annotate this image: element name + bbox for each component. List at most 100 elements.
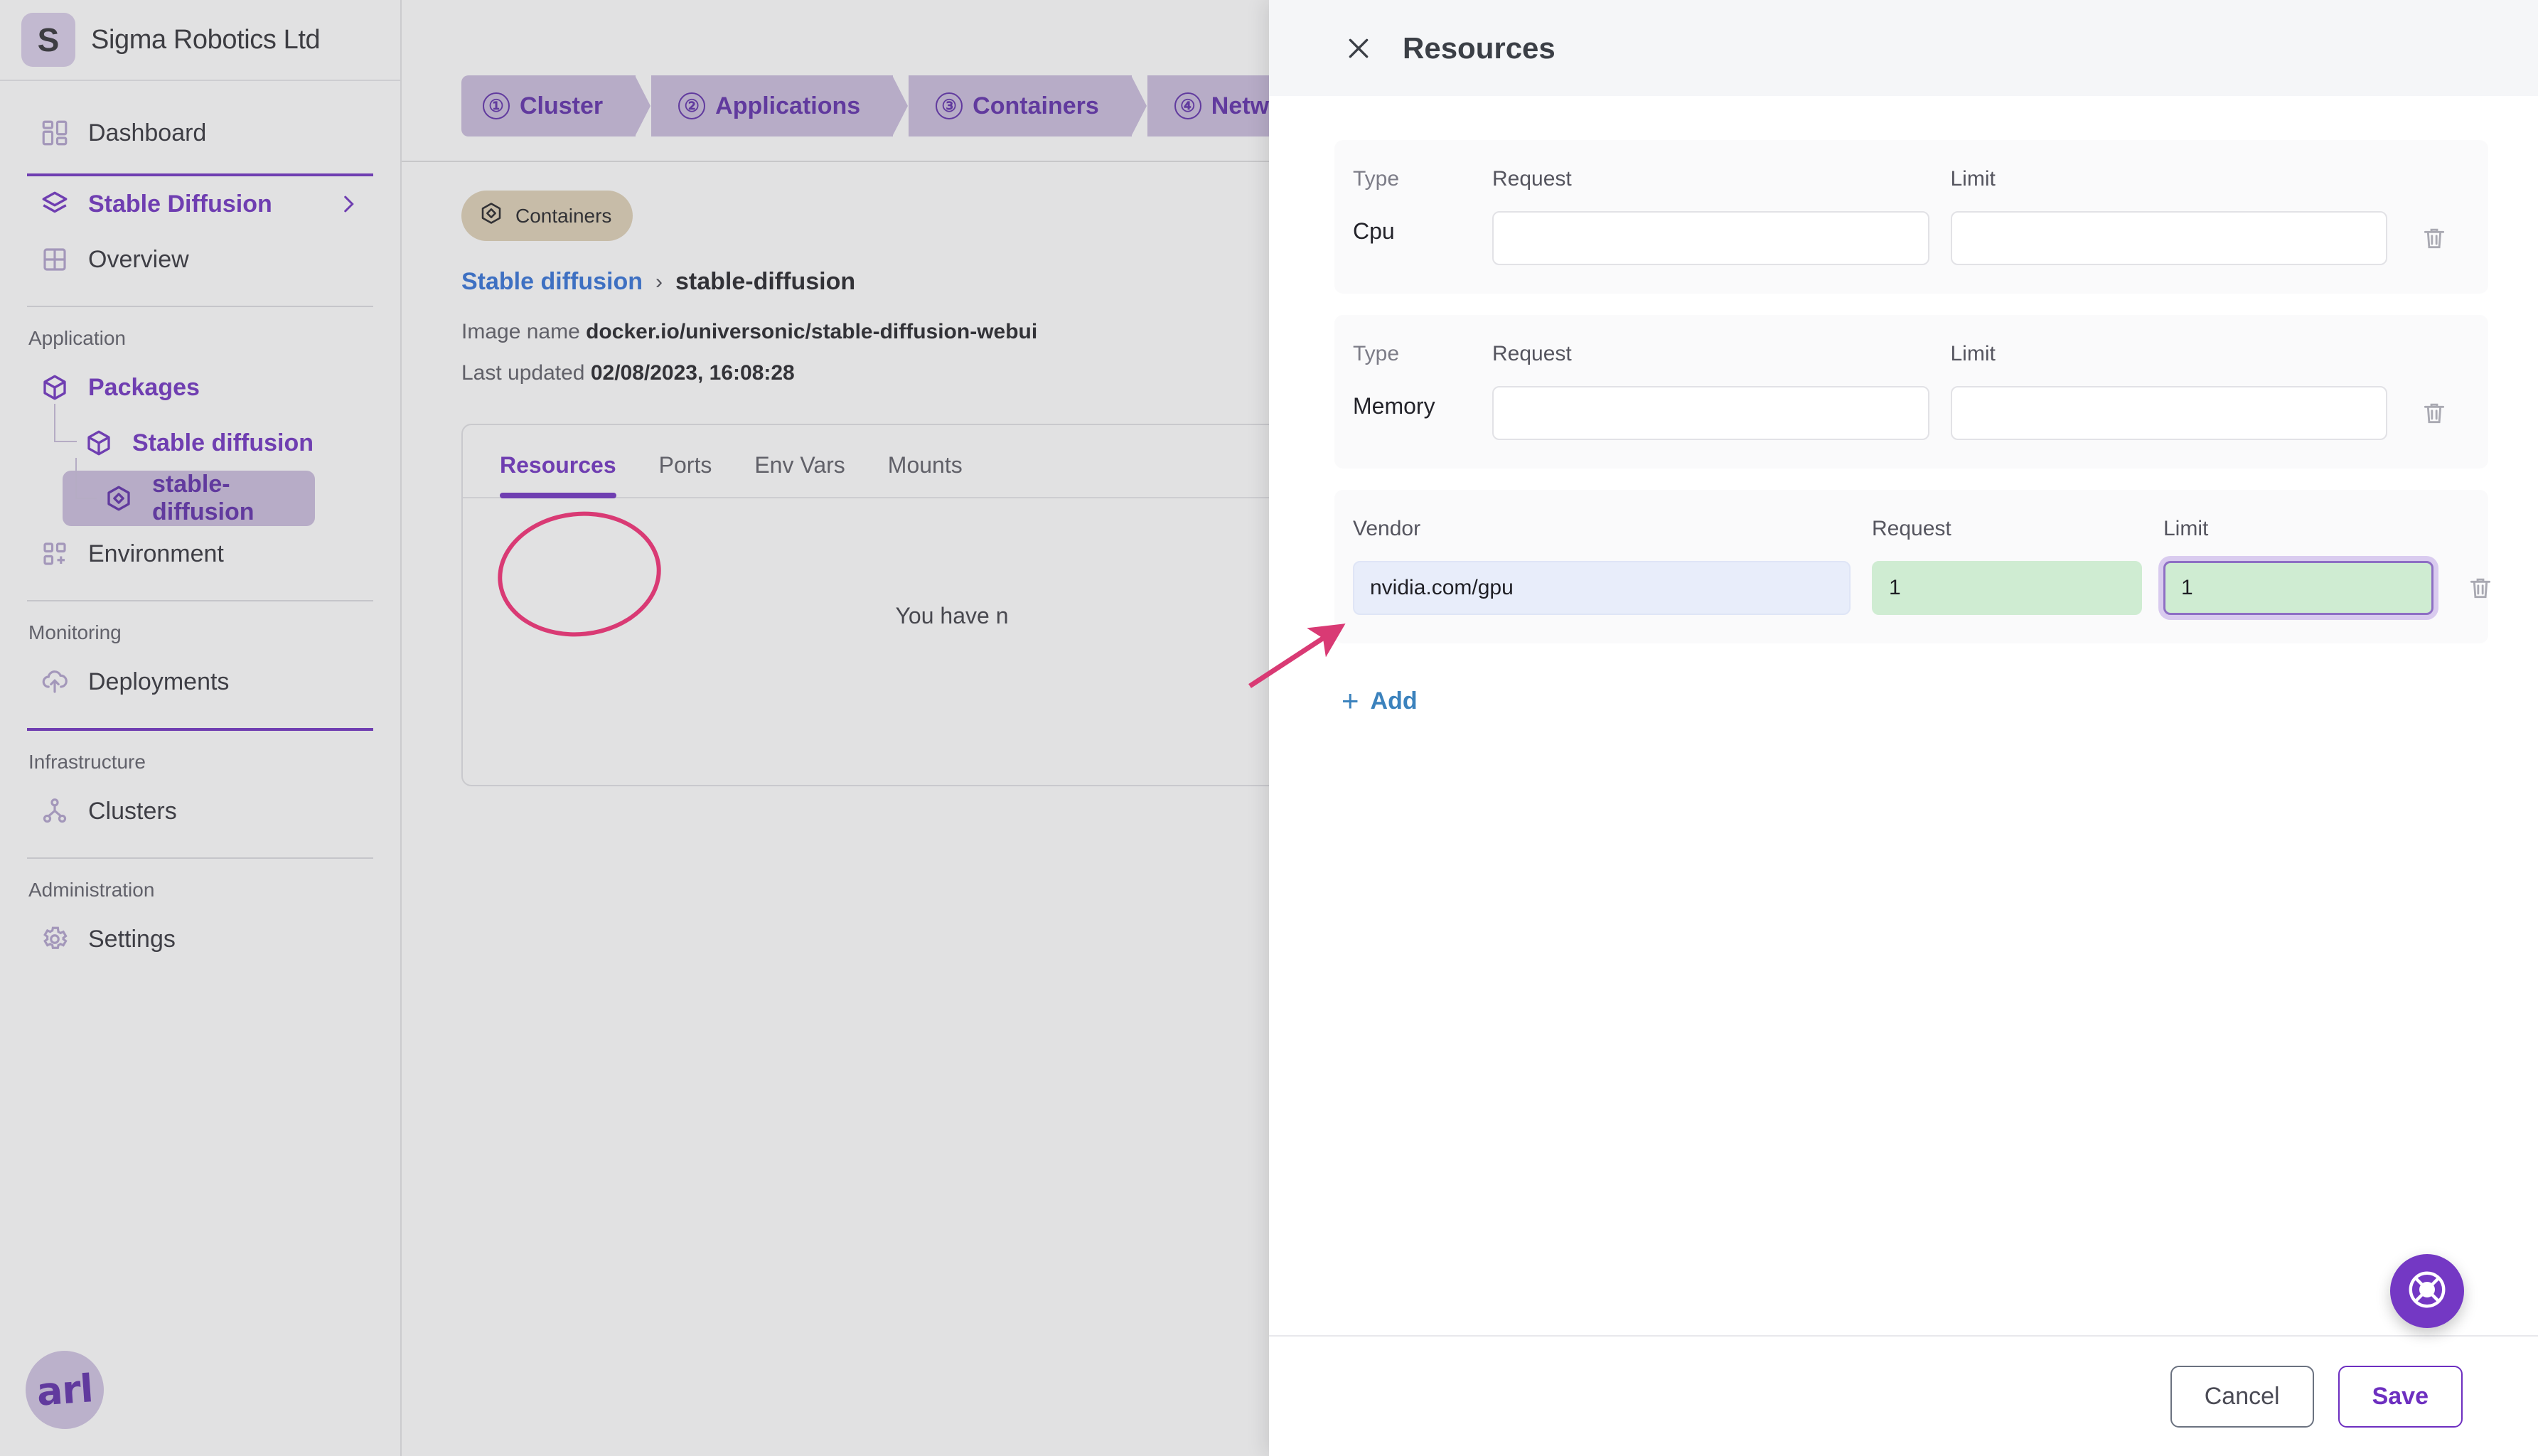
step-label: Cluster [520, 92, 604, 119]
group-title-application: Application [28, 327, 126, 349]
container-icon [478, 200, 504, 231]
layers-icon [40, 189, 70, 219]
dashboard-icon [40, 118, 70, 148]
sidebar-item-label: Stable diffusion [132, 429, 314, 456]
org-logo[interactable]: arl [23, 1348, 107, 1432]
sidebar-subtree-packages: Stable diffusion [41, 404, 400, 471]
gpu-vendor-input[interactable] [1353, 561, 1851, 615]
breadcrumb-separator: › [655, 269, 663, 294]
divider-1 [27, 306, 373, 307]
gpu-limit-input[interactable] [2163, 561, 2433, 615]
sidebar-item-label: Stable Diffusion [88, 190, 272, 218]
column-header-limit: Limit [1950, 342, 1996, 365]
image-name-label: Image name [461, 320, 580, 343]
step-number: ① [483, 92, 510, 119]
memory-limit-cell [1950, 366, 2387, 440]
tab-env-vars[interactable]: Env Vars [739, 441, 860, 497]
memory-limit-input[interactable] [1950, 386, 2387, 440]
brand-name: Sigma Robotics Ltd [91, 24, 321, 55]
chevron-right-icon[interactable] [336, 192, 360, 216]
group-title-monitoring: Monitoring [28, 621, 122, 643]
drawer-title: Resources [1403, 31, 1556, 65]
column-header-type: Type [1353, 167, 1400, 191]
gpu-vendor-cell [1353, 541, 1851, 615]
sidebar-item-label: Settings [88, 925, 176, 953]
tab-mounts[interactable]: Mounts [872, 441, 978, 497]
cpu-limit-cell [1950, 191, 2387, 265]
package-icon [84, 428, 114, 458]
close-icon[interactable] [1344, 34, 1373, 63]
sidebar-item-label: Dashboard [88, 119, 207, 146]
column-header-type: Type [1353, 342, 1400, 365]
cpu-request-cell [1492, 191, 1929, 265]
step-label: Netw [1211, 92, 1269, 119]
drawer-body: Type Request Limit Cpu Type Request Limi… [1269, 96, 2538, 1335]
tab-label: Mounts [887, 452, 963, 478]
tab-label: Ports [658, 452, 712, 478]
sidebar-item-dashboard[interactable]: Dashboard [27, 105, 373, 161]
add-resource-label: Add [1370, 687, 1418, 714]
save-button[interactable]: Save [2338, 1365, 2463, 1428]
group-title-administration: Administration [28, 879, 155, 901]
image-name-value: docker.io/universonic/stable-diffusion-w… [586, 320, 1038, 343]
sidebar-item-label: Clusters [88, 797, 177, 825]
group-title-infrastructure: Infrastructure [28, 751, 146, 773]
sidebar-item-label: Packages [88, 373, 200, 401]
step-containers[interactable]: ③ Containers [909, 75, 1147, 136]
sidebar-item-label: Overview [88, 245, 189, 273]
tab-label: Env Vars [754, 452, 845, 478]
column-header-request: Request [1872, 517, 1951, 540]
cancel-button[interactable]: Cancel [2170, 1365, 2314, 1428]
sidebar: S Sigma Robotics Ltd Dashboard Stable Di… [0, 0, 402, 1456]
drawer-header: Resources [1269, 0, 2538, 96]
step-cluster[interactable]: ① Cluster [461, 75, 651, 136]
status-badge: Containers [461, 191, 633, 241]
sidebar-subtree-containers: stable-diffusion [63, 458, 400, 526]
trash-icon[interactable] [2409, 211, 2460, 265]
trash-icon[interactable] [2409, 386, 2460, 440]
tab-resources[interactable]: Resources [484, 441, 632, 498]
sidebar-item-packages[interactable]: Packages [27, 360, 373, 415]
sidebar-item-settings[interactable]: Settings [27, 911, 373, 967]
gpu-request-cell [1872, 541, 2142, 615]
sidebar-item-label: Deployments [88, 668, 230, 695]
step-number: ④ [1174, 92, 1201, 119]
add-resource-button[interactable]: + Add [1342, 686, 1418, 716]
sidebar-item-stable-diffusion-container[interactable]: stable-diffusion [63, 471, 315, 526]
help-fab-button[interactable] [2390, 1254, 2464, 1328]
plus-icon: + [1342, 684, 1359, 717]
column-header-vendor: Vendor [1353, 517, 1421, 540]
status-badge-label: Containers [515, 204, 612, 227]
sidebar-item-label: Environment [88, 540, 224, 567]
breadcrumb-current: stable-diffusion [675, 268, 856, 295]
cloud-upload-icon [40, 667, 70, 697]
sidebar-item-label: stable-diffusion [152, 471, 255, 525]
trash-icon[interactable] [2455, 561, 2506, 615]
resources-drawer: Resources Type Request Limit Cpu Type Re… [1269, 0, 2538, 1456]
sidebar-item-stable-diffusion-context[interactable]: Stable Diffusion [27, 176, 373, 232]
sidebar-item-environment[interactable]: Environment [27, 526, 373, 582]
resource-type-value-cpu: Cpu [1353, 218, 1395, 244]
divider-accent-bottom [27, 728, 373, 731]
package-icon [40, 373, 70, 402]
cpu-request-input[interactable] [1492, 211, 1929, 265]
step-label: Applications [715, 92, 861, 119]
breadcrumb-parent-link[interactable]: Stable diffusion [461, 268, 643, 296]
sidebar-item-deployments[interactable]: Deployments [27, 654, 373, 710]
tab-ports[interactable]: Ports [643, 441, 728, 497]
brand[interactable]: S Sigma Robotics Ltd [0, 0, 400, 81]
memory-request-input[interactable] [1492, 386, 1929, 440]
divider-2 [27, 600, 373, 601]
sidebar-item-overview[interactable]: Overview [27, 232, 373, 287]
cpu-limit-input[interactable] [1950, 211, 2387, 265]
lifebuoy-icon [2405, 1268, 2449, 1315]
sidebar-item-clusters[interactable]: Clusters [27, 783, 373, 839]
step-label: Containers [973, 92, 1099, 119]
sidebar-item-stable-diffusion[interactable]: Stable diffusion [41, 415, 373, 471]
column-header-limit: Limit [2163, 517, 2209, 540]
gear-icon [40, 924, 70, 954]
step-applications[interactable]: ② Applications [651, 75, 909, 136]
container-icon [104, 483, 134, 513]
gpu-request-input[interactable] [1872, 561, 2142, 615]
brand-badge: S [21, 13, 75, 67]
